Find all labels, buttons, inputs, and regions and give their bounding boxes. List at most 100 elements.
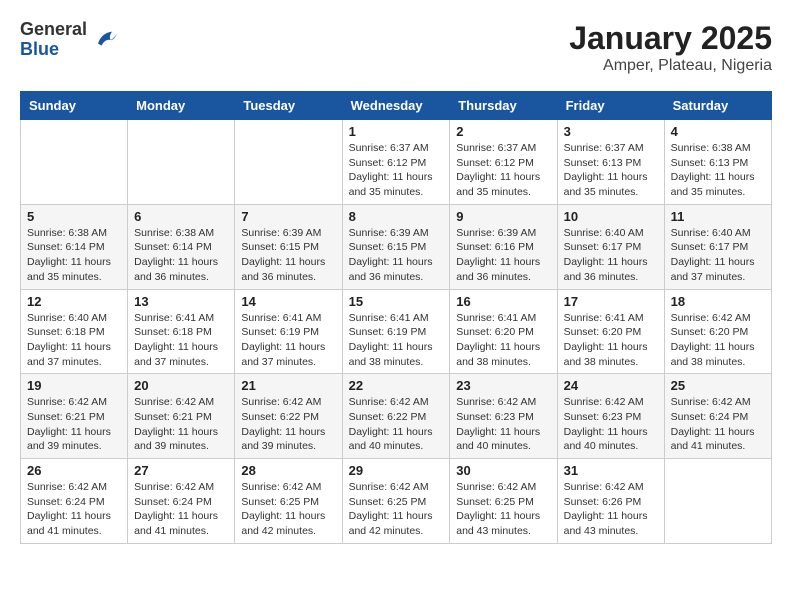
day-number: 23 [456,378,550,393]
calendar-day-28: 28 Sunrise: 6:42 AMSunset: 6:25 PMDayligh… [235,459,342,544]
calendar-table: SundayMondayTuesdayWednesdayThursdayFrid… [20,91,772,544]
day-number: 15 [349,294,444,309]
calendar-day-8: 8 Sunrise: 6:39 AMSunset: 6:15 PMDaylight… [342,204,450,289]
calendar-empty-cell [128,120,235,205]
calendar-day-30: 30 Sunrise: 6:42 AMSunset: 6:25 PMDayligh… [450,459,557,544]
calendar-day-7: 7 Sunrise: 6:39 AMSunset: 6:15 PMDaylight… [235,204,342,289]
day-number: 6 [134,209,228,224]
calendar-day-11: 11Sunrise: 6:40 AMSunset: 6:17 PMDayligh… [664,204,771,289]
day-info: Sunrise: 6:42 AMSunset: 6:25 PMDaylight:… [241,480,335,539]
day-number: 30 [456,463,550,478]
day-number: 26 [27,463,121,478]
logo-bird-icon [91,26,119,54]
calendar-day-17: 17 Sunrise: 6:41 AMSunset: 6:20 PMDayligh… [557,289,664,374]
day-number: 16 [456,294,550,309]
day-info: Sunrise: 6:42 AMSunset: 6:22 PMDaylight:… [349,395,444,454]
day-number: 1 [349,124,444,139]
day-number: 3 [564,124,658,139]
calendar-day-24: 24 Sunrise: 6:42 AMSunset: 6:23 PMDayligh… [557,374,664,459]
calendar-day-15: 15 Sunrise: 6:41 AMSunset: 6:19 PMDayligh… [342,289,450,374]
day-number: 31 [564,463,658,478]
calendar-empty-cell [664,459,771,544]
day-number: 24 [564,378,658,393]
calendar-week-row: 19 Sunrise: 6:42 AMSunset: 6:21 PMDayligh… [21,374,772,459]
day-number: 20 [134,378,228,393]
day-info: Sunrise: 6:42 AMSunset: 6:23 PMDaylight:… [456,395,550,454]
calendar-day-25: 25 Sunrise: 6:42 AMSunset: 6:24 PMDayligh… [664,374,771,459]
calendar-day-16: 16Sunrise: 6:41 AMSunset: 6:20 PMDayligh… [450,289,557,374]
day-info: Sunrise: 6:39 AMSunset: 6:15 PMDaylight:… [349,226,444,285]
day-info: Sunrise: 6:37 AMSunset: 6:13 PMDaylight:… [564,141,658,200]
calendar-day-18: 18 Sunrise: 6:42 AMSunset: 6:20 PMDayligh… [664,289,771,374]
calendar-day-19: 19 Sunrise: 6:42 AMSunset: 6:21 PMDayligh… [21,374,128,459]
calendar-week-row: 26 Sunrise: 6:42 AMSunset: 6:24 PMDayligh… [21,459,772,544]
day-number: 27 [134,463,228,478]
day-info: Sunrise: 6:40 AMSunset: 6:17 PMDaylight:… [564,226,658,285]
day-number: 8 [349,209,444,224]
day-number: 13 [134,294,228,309]
day-info: Sunrise: 6:41 AMSunset: 6:20 PMDaylight:… [564,311,658,370]
calendar-subtitle: Amper, Plateau, Nigeria [569,57,772,75]
day-number: 4 [671,124,765,139]
calendar-day-21: 21Sunrise: 6:42 AMSunset: 6:22 PMDayligh… [235,374,342,459]
calendar-day-22: 22 Sunrise: 6:42 AMSunset: 6:22 PMDayligh… [342,374,450,459]
calendar-day-4: 4 Sunrise: 6:38 AMSunset: 6:13 PMDaylight… [664,120,771,205]
calendar-title: January 2025 [569,20,772,57]
calendar-day-9: 9 Sunrise: 6:39 AMSunset: 6:16 PMDaylight… [450,204,557,289]
day-number: 12 [27,294,121,309]
day-info: Sunrise: 6:38 AMSunset: 6:14 PMDaylight:… [27,226,121,285]
day-number: 17 [564,294,658,309]
day-number: 19 [27,378,121,393]
calendar-empty-cell [21,120,128,205]
day-info: Sunrise: 6:42 AMSunset: 6:23 PMDaylight:… [564,395,658,454]
day-info: Sunrise: 6:41 AMSunset: 6:19 PMDaylight:… [349,311,444,370]
logo-general: General [20,20,87,40]
day-number: 10 [564,209,658,224]
weekday-header-thursday: Thursday [450,92,557,120]
day-number: 18 [671,294,765,309]
day-info: Sunrise: 6:41 AMSunset: 6:18 PMDaylight:… [134,311,228,370]
day-info: Sunrise: 6:42 AMSunset: 6:24 PMDaylight:… [27,480,121,539]
weekday-header-row: SundayMondayTuesdayWednesdayThursdayFrid… [21,92,772,120]
day-number: 25 [671,378,765,393]
day-number: 9 [456,209,550,224]
calendar-day-27: 27Sunrise: 6:42 AMSunset: 6:24 PMDayligh… [128,459,235,544]
day-info: Sunrise: 6:38 AMSunset: 6:14 PMDaylight:… [134,226,228,285]
day-info: Sunrise: 6:42 AMSunset: 6:26 PMDaylight:… [564,480,658,539]
calendar-day-1: 1 Sunrise: 6:37 AMSunset: 6:12 PMDaylight… [342,120,450,205]
logo: General Blue [20,20,119,60]
day-number: 28 [241,463,335,478]
calendar-week-row: 12Sunrise: 6:40 AMSunset: 6:18 PMDayligh… [21,289,772,374]
calendar-day-5: 5 Sunrise: 6:38 AMSunset: 6:14 PMDaylight… [21,204,128,289]
day-info: Sunrise: 6:40 AMSunset: 6:17 PMDaylight:… [671,226,765,285]
calendar-week-row: 5 Sunrise: 6:38 AMSunset: 6:14 PMDaylight… [21,204,772,289]
day-info: Sunrise: 6:39 AMSunset: 6:15 PMDaylight:… [241,226,335,285]
calendar-day-26: 26 Sunrise: 6:42 AMSunset: 6:24 PMDayligh… [21,459,128,544]
calendar-day-31: 31 Sunrise: 6:42 AMSunset: 6:26 PMDayligh… [557,459,664,544]
day-info: Sunrise: 6:42 AMSunset: 6:20 PMDaylight:… [671,311,765,370]
day-info: Sunrise: 6:42 AMSunset: 6:24 PMDaylight:… [671,395,765,454]
calendar-day-3: 3 Sunrise: 6:37 AMSunset: 6:13 PMDaylight… [557,120,664,205]
weekday-header-wednesday: Wednesday [342,92,450,120]
day-info: Sunrise: 6:42 AMSunset: 6:25 PMDaylight:… [456,480,550,539]
calendar-day-14: 14Sunrise: 6:41 AMSunset: 6:19 PMDayligh… [235,289,342,374]
day-info: Sunrise: 6:37 AMSunset: 6:12 PMDaylight:… [456,141,550,200]
day-info: Sunrise: 6:38 AMSunset: 6:13 PMDaylight:… [671,141,765,200]
page-header: General Blue January 2025 Amper, Plateau… [20,20,772,75]
day-number: 22 [349,378,444,393]
calendar-day-12: 12Sunrise: 6:40 AMSunset: 6:18 PMDayligh… [21,289,128,374]
day-info: Sunrise: 6:37 AMSunset: 6:12 PMDaylight:… [349,141,444,200]
day-number: 7 [241,209,335,224]
day-info: Sunrise: 6:42 AMSunset: 6:21 PMDaylight:… [27,395,121,454]
calendar-day-2: 2Sunrise: 6:37 AMSunset: 6:12 PMDaylight… [450,120,557,205]
title-block: January 2025 Amper, Plateau, Nigeria [569,20,772,75]
weekday-header-tuesday: Tuesday [235,92,342,120]
day-info: Sunrise: 6:39 AMSunset: 6:16 PMDaylight:… [456,226,550,285]
day-number: 21 [241,378,335,393]
calendar-empty-cell [235,120,342,205]
day-info: Sunrise: 6:42 AMSunset: 6:21 PMDaylight:… [134,395,228,454]
day-info: Sunrise: 6:41 AMSunset: 6:19 PMDaylight:… [241,311,335,370]
day-number: 5 [27,209,121,224]
weekday-header-saturday: Saturday [664,92,771,120]
weekday-header-friday: Friday [557,92,664,120]
